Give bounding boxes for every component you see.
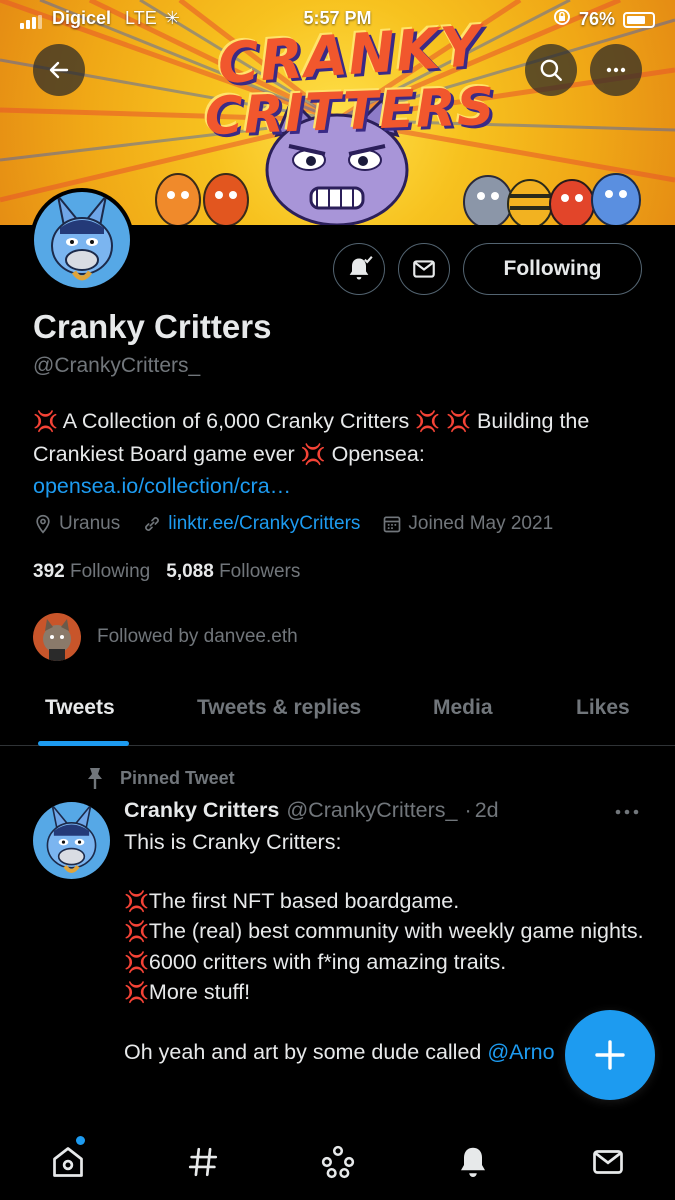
tweet-author-handle[interactable]: @CrankyCritters_ xyxy=(286,798,457,823)
profile-bio: 💢 A Collection of 6,000 Cranky Critters … xyxy=(33,406,643,503)
tweet-header: Cranky Critters @CrankyCritters_ · 2d xyxy=(124,798,499,823)
anger-symbol-icon: 💢 xyxy=(300,443,326,466)
tweet-author-avatar[interactable] xyxy=(33,802,110,879)
profile-meta: Uranus linktr.ee/CrankyCritters Joined M… xyxy=(33,513,575,535)
anger-symbol-icon: 💢 xyxy=(124,982,149,1004)
profile-display-name: Cranky Critters xyxy=(33,308,272,345)
bio-opensea-link[interactable]: opensea.io/collection/cra… xyxy=(33,474,291,498)
arrow-left-icon xyxy=(49,61,69,79)
follow-counts: 392 Following 5,088 Followers xyxy=(33,561,300,583)
profile-avatar[interactable] xyxy=(30,188,134,292)
tweet-bullet-text: The first NFT based boardgame. xyxy=(148,888,460,913)
tweet-bullet-text: More stuff! xyxy=(148,980,251,1004)
pin-icon xyxy=(88,768,102,789)
tweet-age: 2d xyxy=(474,798,499,822)
plus-icon xyxy=(595,1040,625,1070)
profile-tabs: Tweets Tweets & replies Media Likes xyxy=(0,676,675,746)
followers-count: 5,088 xyxy=(166,561,214,582)
location-text: Uranus xyxy=(59,513,121,534)
notifications-subscribe-button[interactable] xyxy=(333,243,385,295)
tweet-text: This is Cranky Critters: 💢The first NFT … xyxy=(124,828,644,1067)
tweet-bullet: 💢The (real) best community with weekly g… xyxy=(124,917,644,948)
tab-likes[interactable]: Likes xyxy=(576,696,630,720)
anger-symbol-icon: 💢 xyxy=(124,890,149,913)
bio-text-1: A Collection of 6,000 Cranky Critters xyxy=(57,409,416,433)
home-icon xyxy=(53,1147,83,1177)
followers-count-link[interactable]: 5,088 Followers xyxy=(166,561,300,583)
profile-joined: Joined May 2021 xyxy=(382,513,553,535)
bell-check-icon xyxy=(349,256,373,280)
more-horizontal-icon xyxy=(615,809,639,815)
banner-title-art: CRANKY CRITTERS xyxy=(200,14,500,147)
tweet-bullet-text: The (real) best community with weekly ga… xyxy=(148,919,644,943)
nav-spaces[interactable] xyxy=(318,1142,358,1182)
spaces-icon xyxy=(321,1145,355,1179)
tweet-more-button[interactable] xyxy=(612,800,642,829)
profile-website[interactable]: linktr.ee/CrankyCritters xyxy=(142,513,360,535)
explore-hashtag-icon xyxy=(188,1147,218,1177)
tab-tweets-replies[interactable]: Tweets & replies xyxy=(197,696,361,720)
website-link[interactable]: linktr.ee/CrankyCritters xyxy=(168,513,360,535)
tweet-separator: · xyxy=(464,798,472,822)
back-button[interactable] xyxy=(33,44,85,96)
anger-symbol-icon: 💢 xyxy=(33,411,58,433)
more-horizontal-icon xyxy=(606,67,626,73)
orientation-lock-icon xyxy=(553,8,571,31)
bio-text-3: Opensea: xyxy=(325,441,425,466)
tweet-bullet: 💢More stuff! xyxy=(124,978,644,1009)
bottom-navigation xyxy=(0,1118,675,1200)
profile-handle: @CrankyCritters_ xyxy=(33,354,201,377)
tweet-line: This is Cranky Critters: xyxy=(124,830,342,854)
anger-symbol-icon: 💢 xyxy=(124,951,149,974)
messages-mail-icon xyxy=(593,1150,623,1174)
followed-by-row[interactable]: Followed by danvee.eth xyxy=(33,613,298,661)
search-icon xyxy=(540,59,562,81)
tweet-bullet-text: 6000 critters with f*ing amazing traits. xyxy=(148,949,507,974)
following-button[interactable]: Following xyxy=(463,243,642,295)
status-bar: Digicel LTE ✳ 5:57 PM 76% xyxy=(0,0,675,36)
tweet-mention-link[interactable]: @Arno xyxy=(487,1040,554,1064)
nav-messages[interactable] xyxy=(588,1142,628,1182)
battery-percent: 76% xyxy=(578,9,615,29)
active-tab-indicator xyxy=(38,741,129,746)
critter-avatar-image xyxy=(33,802,110,879)
compose-tweet-button[interactable] xyxy=(565,1010,655,1100)
nav-notifications[interactable] xyxy=(453,1142,493,1182)
anger-symbol-icon: 💢 xyxy=(415,411,441,433)
followers-label: Followers xyxy=(219,561,301,582)
following-count: 392 xyxy=(33,561,65,582)
nav-explore[interactable] xyxy=(183,1142,223,1182)
following-count-link[interactable]: 392 Following xyxy=(33,561,150,583)
followed-by-text: Followed by danvee.eth xyxy=(97,626,298,647)
mail-icon xyxy=(413,260,435,278)
notifications-bell-icon xyxy=(461,1147,485,1177)
calendar-icon xyxy=(384,516,401,533)
more-options-button[interactable] xyxy=(590,44,642,96)
follower-avatar xyxy=(33,613,81,661)
search-button[interactable] xyxy=(525,44,577,96)
link-icon xyxy=(145,517,160,531)
location-pin-icon xyxy=(36,514,50,534)
critter-avatar-image xyxy=(34,192,130,288)
message-button[interactable] xyxy=(398,243,450,295)
banner-title-line2: CRITTERS xyxy=(203,76,497,148)
tab-tweets[interactable]: Tweets xyxy=(45,696,115,720)
profile-location: Uranus xyxy=(33,513,120,535)
nav-home[interactable] xyxy=(48,1136,88,1182)
battery-icon xyxy=(623,11,655,28)
anger-symbol-icon: 💢 xyxy=(124,921,149,943)
pinned-tweet-label: Pinned Tweet xyxy=(84,766,235,790)
tweet-author-name[interactable]: Cranky Critters xyxy=(124,798,279,823)
tweet-bullet: 💢6000 critters with f*ing amazing traits… xyxy=(124,948,644,979)
anger-symbol-icon: 💢 xyxy=(446,411,472,433)
tweet-closing-text: Oh yeah and art by some dude called xyxy=(124,1039,488,1064)
home-new-indicator xyxy=(76,1136,85,1145)
joined-text: Joined May 2021 xyxy=(408,513,554,534)
pinned-tweet-text: Pinned Tweet xyxy=(120,767,235,788)
tweet-bullet: 💢The first NFT based boardgame. xyxy=(124,887,644,918)
following-label: Following xyxy=(69,561,151,582)
tab-media[interactable]: Media xyxy=(433,696,493,720)
